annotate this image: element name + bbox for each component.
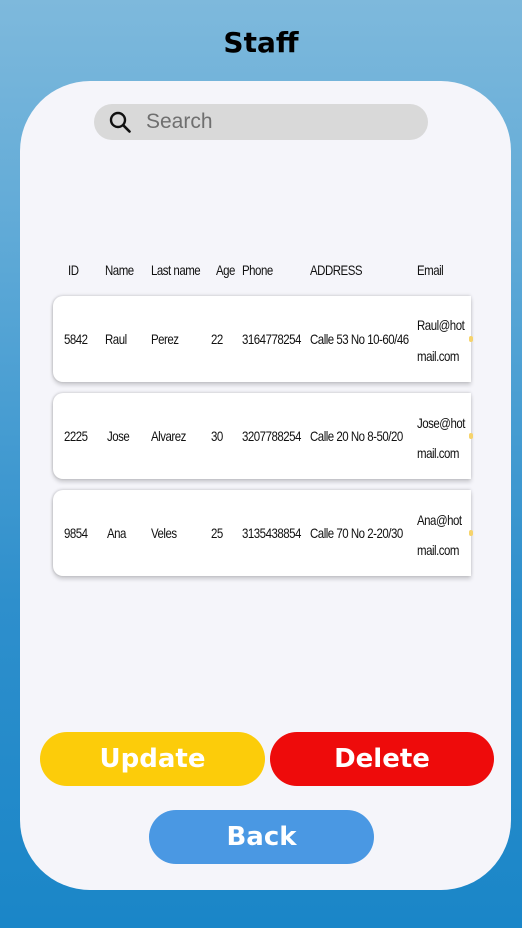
- search-input[interactable]: [146, 110, 406, 134]
- cell-age: 25: [211, 525, 223, 541]
- row-indicator: [469, 433, 473, 439]
- cell-phone: 3135438854: [242, 525, 301, 541]
- cell-name: Ana: [107, 525, 126, 541]
- cell-email-line2: mail.com: [417, 445, 459, 461]
- search-bar[interactable]: [94, 104, 428, 140]
- column-header-address: ADDRESS: [310, 262, 363, 278]
- cell-age: 30: [211, 428, 223, 444]
- cell-address: Calle 70 No 2-20/30: [310, 525, 403, 541]
- column-header-id: ID: [68, 262, 79, 278]
- update-button[interactable]: Update: [40, 732, 265, 786]
- row-indicator: [469, 336, 473, 342]
- column-header-email: Email: [417, 262, 444, 278]
- cell-name: Raul: [105, 331, 127, 347]
- table-row[interactable]: 5842 Raul Perez 22 3164778254 Calle 53 N…: [53, 296, 473, 382]
- cell-id: 9854: [64, 525, 88, 541]
- column-header-last-name: Last name: [151, 262, 201, 278]
- cell-email-line1: Jose@hot: [417, 415, 465, 431]
- cell-phone: 3164778254: [242, 331, 301, 347]
- cell-email-line1: Ana@hot: [417, 512, 462, 528]
- cell-last-name: Alvarez: [151, 428, 186, 444]
- cell-age: 22: [211, 331, 223, 347]
- cell-last-name: Perez: [151, 331, 179, 347]
- cell-id: 2225: [64, 428, 88, 444]
- cell-id: 5842: [64, 331, 88, 347]
- cell-email-line1: Raul@hot: [417, 317, 465, 333]
- search-icon: [109, 111, 131, 133]
- cell-address: Calle 53 No 10-60/46: [310, 331, 409, 347]
- column-header-age: Age: [216, 262, 235, 278]
- page-title: Staff: [223, 26, 299, 59]
- cell-name: Jose: [107, 428, 130, 444]
- back-button[interactable]: Back: [149, 810, 374, 864]
- cell-email-line2: mail.com: [417, 542, 459, 558]
- column-header-phone: Phone: [242, 262, 273, 278]
- row-indicator: [469, 530, 473, 536]
- cell-phone: 3207788254: [242, 428, 301, 444]
- cell-address: Calle 20 No 8-50/20: [310, 428, 403, 444]
- table-row[interactable]: 9854 Ana Veles 25 3135438854 Calle 70 No…: [53, 490, 473, 576]
- cell-last-name: Veles: [151, 525, 177, 541]
- table-row[interactable]: 2225 Jose Alvarez 30 3207788254 Calle 20…: [53, 393, 473, 479]
- column-header-name: Name: [105, 262, 134, 278]
- cell-email-line2: mail.com: [417, 348, 459, 364]
- delete-button[interactable]: Delete: [270, 732, 494, 786]
